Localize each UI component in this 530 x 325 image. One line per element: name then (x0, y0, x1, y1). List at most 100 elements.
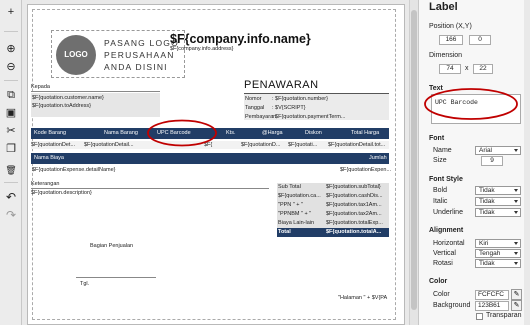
font-style-label: Font Style (429, 176, 463, 183)
paste-icon[interactable]: ▣ (3, 105, 19, 121)
design-canvas[interactable]: LOGO PASANG LOGO PERUSAHAAN ANDA DISINI … (22, 0, 418, 325)
horizontal-value: Kiri (479, 240, 489, 247)
meta-value[interactable]: : $F{quotation.number} (272, 96, 328, 103)
canvas-scrollbar[interactable] (409, 0, 418, 325)
column-header-diskon[interactable]: Diskon (305, 130, 322, 137)
zoom-in-icon[interactable]: ⊕ (3, 41, 19, 57)
column-header-harga[interactable]: @Harga (262, 130, 283, 137)
logo-text-line: PASANG LOGO (104, 38, 179, 48)
chevron-down-icon (514, 149, 518, 152)
kepada-underline (31, 91, 160, 92)
meta-value[interactable]: : $V{SCRIPT} (272, 105, 306, 112)
meta-value[interactable]: : $F{quotation.paymentTerm... (272, 114, 345, 121)
description[interactable]: $F{quotation.description} (31, 190, 92, 197)
font-section-label: Font (429, 135, 445, 142)
color-pen-icon[interactable]: ✎ (511, 289, 522, 300)
expense-header-amount[interactable]: Jumlah (369, 155, 387, 162)
color-input[interactable]: FCFCFC (475, 290, 509, 300)
bold-label: Bold (433, 187, 448, 194)
left-toolbar: + ⊕ ⊖ ⧉ ▣ ✂ ❐ 🗑 ↶ ↷ (0, 0, 22, 325)
background-input[interactable]: 123B61 (475, 301, 509, 311)
copy-icon[interactable]: ⧉ (3, 87, 19, 103)
to-address[interactable]: $F{quotation.toAddress} (32, 103, 91, 110)
scrollbar-thumb[interactable] (411, 10, 417, 310)
dimension-label: Dimension (429, 52, 463, 59)
column-header-nama[interactable]: Nama Barang (104, 130, 138, 137)
position-x-input[interactable]: 166 (439, 35, 463, 45)
height-input[interactable]: 22 (473, 64, 493, 74)
undo-icon[interactable]: ↶ (3, 189, 19, 205)
kepada-label[interactable]: Kepada (31, 84, 50, 91)
width-input[interactable]: 74 (439, 64, 461, 74)
transparent-checkbox[interactable] (476, 313, 483, 320)
tgl-label[interactable]: Tgl. (80, 281, 89, 288)
expense-name[interactable]: $F{quotationExpense.detailName} (32, 167, 115, 174)
toolbar-divider (4, 31, 18, 32)
cut-icon[interactable]: ✂ (3, 123, 19, 139)
rotation-value: Tidak (479, 260, 495, 267)
chevron-down-icon (514, 242, 518, 245)
summary-value[interactable]: $F{quotation.tax1Am... (326, 202, 382, 209)
keterangan-label[interactable]: Keterangan (31, 181, 59, 188)
summary-value[interactable]: $F{quotation.totalExp... (326, 220, 383, 227)
vertical-value: Tengah (479, 250, 501, 257)
rotation-select[interactable]: Tidak (475, 259, 521, 268)
summary-label[interactable]: "PPNBM " + " (278, 211, 311, 218)
logo-placeholder[interactable]: LOGO PASANG LOGO PERUSAHAAN ANDA DISINI (51, 30, 185, 78)
total-value[interactable]: $F{quotation.totalA... (326, 229, 381, 236)
document-title[interactable]: PENAWARAN (244, 79, 319, 92)
chevron-down-icon (514, 262, 518, 265)
meta-label[interactable]: Nomor (245, 96, 262, 103)
annotation-ellipse (147, 119, 217, 147)
column-header-kts[interactable]: Kts. (226, 130, 235, 137)
horizontal-label: Horizontal (433, 240, 465, 247)
font-name-select[interactable]: Arial (475, 146, 521, 155)
summary-label[interactable]: $F{quotation.ca... (278, 193, 321, 200)
detail-cell[interactable]: $F{quotationDetail... (84, 142, 134, 149)
redo-icon[interactable]: ↷ (3, 207, 19, 223)
summary-label[interactable]: Sub Total (278, 184, 301, 191)
column-header-total[interactable]: Total Harga (351, 130, 379, 137)
dimension-separator: x (465, 65, 469, 72)
vertical-select[interactable]: Tengah (475, 249, 521, 258)
position-y-input[interactable]: 0 (469, 35, 491, 45)
detail-cell[interactable]: $F{quotationD... (241, 142, 280, 149)
detail-cell[interactable]: $F{quotati... (288, 142, 317, 149)
total-label[interactable]: Total (278, 229, 291, 236)
background-pen-icon[interactable]: ✎ (511, 300, 522, 311)
customer-name[interactable]: $F{quotation.customer.name} (32, 95, 104, 102)
detail-cell[interactable]: $F{quotationDetail.tot... (328, 142, 385, 149)
font-size-input[interactable]: 9 (481, 156, 503, 166)
rotation-label: Rotasi (433, 260, 453, 267)
report-page[interactable]: LOGO PASANG LOGO PERUSAHAAN ANDA DISINI … (27, 4, 405, 325)
bold-select[interactable]: Tidak (475, 186, 521, 195)
summary-label[interactable]: Biaya Lain-lain (278, 220, 314, 227)
italic-select[interactable]: Tidak (475, 197, 521, 206)
summary-label[interactable]: "PPN " + " (278, 202, 303, 209)
zoom-out-icon[interactable]: ⊖ (3, 59, 19, 75)
panel-scrollbar[interactable] (524, 0, 530, 325)
background-label: Background (433, 302, 471, 309)
logo-text-line: PERUSAHAAN (104, 50, 175, 60)
color-section-label: Color (429, 278, 448, 285)
summary-value[interactable]: $F{quotation.subTotal} (326, 184, 381, 191)
detail-cell[interactable]: $F{quotationDet... (31, 142, 75, 149)
column-header-kode[interactable]: Kode Barang (34, 130, 66, 137)
page-footer[interactable]: "Halaman " + $V{PA (338, 295, 387, 302)
summary-value[interactable]: $F{quotation.cashDis... (326, 193, 383, 200)
expense-header-name[interactable]: Nama Biaya (34, 155, 64, 162)
horizontal-select[interactable]: Kiri (475, 239, 521, 248)
plus-icon[interactable]: + (3, 4, 19, 20)
expense-amount[interactable]: $F{quotationExpen... (340, 167, 391, 174)
italic-label: Italic (433, 198, 448, 205)
signature-label[interactable]: Bagian Penjualan (90, 243, 133, 250)
toolbar-divider (4, 80, 18, 81)
company-address[interactable]: $F{company.info.address} (170, 46, 234, 53)
summary-value[interactable]: $F{quotation.tax2Am... (326, 211, 382, 218)
meta-label[interactable]: Tanggal (245, 105, 264, 112)
delete-icon[interactable]: 🗑 (3, 162, 19, 178)
duplicate-icon[interactable]: ❐ (3, 141, 19, 157)
company-name[interactable]: $F{company.info.name} (170, 32, 311, 46)
italic-value: Tidak (479, 198, 495, 205)
underline-select[interactable]: Tidak (475, 208, 521, 217)
